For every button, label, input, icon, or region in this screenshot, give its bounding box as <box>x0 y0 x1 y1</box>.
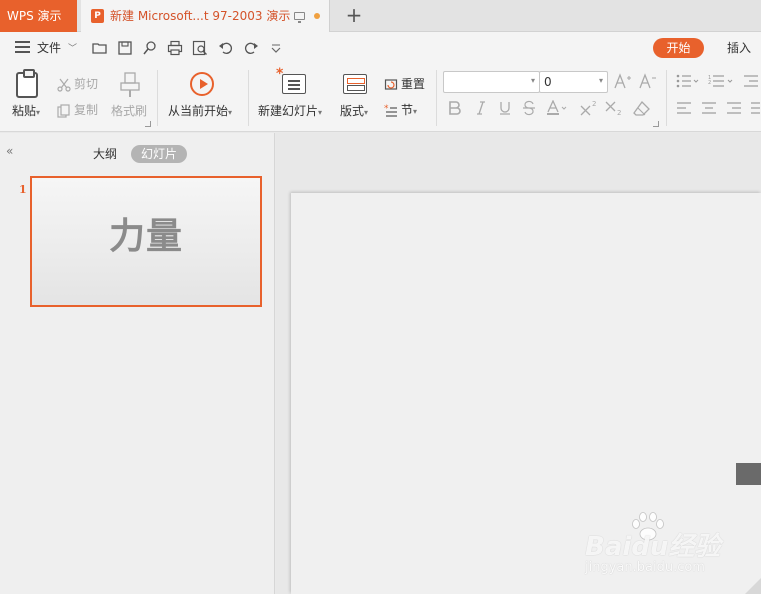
watermark-url: jingyan.baidu.com <box>585 560 705 575</box>
copy-label: 复制 <box>74 103 99 117</box>
numbered-list-icon[interactable]: 1 2 <box>708 74 736 88</box>
ribbon-separator <box>666 70 667 126</box>
slide-thumbnail-title: 力量 <box>108 216 183 257</box>
unsaved-dot-icon <box>314 13 320 19</box>
tab-outline[interactable]: 大纲 <box>93 146 117 162</box>
chevron-down-icon: ▾ <box>228 108 233 117</box>
chevron-down-icon[interactable]: ﹀ <box>68 41 77 57</box>
reset-icon <box>384 78 398 90</box>
section-label: 节 <box>401 103 414 117</box>
copy-icon <box>57 103 70 118</box>
tab-insert[interactable]: 插入 <box>727 38 751 58</box>
align-center-icon[interactable] <box>701 101 717 115</box>
align-left-icon[interactable] <box>676 101 692 115</box>
chevron-down-icon: ▾ <box>530 76 535 85</box>
document-tab-title: 新建 Microsoft...t 97-2003 演示 <box>110 9 291 23</box>
paste-icon[interactable] <box>16 69 38 98</box>
tab-start[interactable]: 开始 <box>653 38 704 58</box>
layout-icon[interactable] <box>343 74 367 94</box>
open-folder-icon[interactable] <box>92 40 108 56</box>
section-icon: * <box>384 104 397 117</box>
slides-panel: « 大纲 幻灯片 1 力量 <box>0 133 275 594</box>
slide-shape[interactable] <box>736 463 761 485</box>
customize-toolbar-icon[interactable] <box>268 40 284 56</box>
from-current-label: 从当前开始 <box>168 104 229 118</box>
save-icon[interactable] <box>117 40 133 56</box>
tab-slides[interactable]: 幻灯片 <box>131 145 187 163</box>
layout-label: 版式 <box>340 104 365 118</box>
hamburger-menu-icon[interactable] <box>15 41 30 53</box>
svg-text:2: 2 <box>708 80 711 86</box>
font-color-icon[interactable] <box>546 100 568 116</box>
document-tab[interactable]: P 新建 Microsoft...t 97-2003 演示 <box>81 0 330 32</box>
app-tab[interactable]: WPS 演示 <box>0 0 77 32</box>
subscript-icon[interactable]: 2 <box>605 100 623 116</box>
bold-icon[interactable] <box>447 100 463 116</box>
title-bar: WPS 演示 P 新建 Microsoft...t 97-2003 演示 + <box>0 0 761 32</box>
new-tab-button[interactable]: + <box>342 3 366 27</box>
font-size-value: 0 <box>544 75 552 89</box>
presentation-file-icon: P <box>91 9 104 23</box>
clear-format-icon[interactable] <box>633 100 651 116</box>
format-painter-icon[interactable] <box>119 72 141 98</box>
indent-icon[interactable] <box>743 74 759 88</box>
redo-icon[interactable] <box>243 40 259 56</box>
ribbon-separator <box>436 70 437 126</box>
chevron-down-icon: ▾ <box>413 107 418 116</box>
svg-text:2: 2 <box>617 109 621 116</box>
strikethrough-icon[interactable] <box>521 100 537 116</box>
chevron-down-icon: ▾ <box>318 108 323 117</box>
slide-number: 1 <box>19 183 27 196</box>
shrink-font-icon[interactable] <box>639 73 657 89</box>
font-size-dropdown[interactable]: 0 ▾ <box>539 71 608 93</box>
reset-button[interactable]: 重置 <box>384 75 425 92</box>
copy-button[interactable]: 复制 <box>57 101 98 118</box>
new-slide-icon[interactable] <box>276 66 306 94</box>
slide-corner <box>745 578 761 594</box>
print-preview-icon[interactable] <box>192 40 208 56</box>
undo-icon[interactable] <box>218 40 234 56</box>
new-slide-label: 新建幻灯片 <box>258 104 319 118</box>
play-icon[interactable] <box>190 72 214 96</box>
scissors-icon <box>57 78 71 92</box>
watermark-logo: Baidu经验 <box>585 532 721 562</box>
underline-icon[interactable] <box>497 100 513 116</box>
justify-icon[interactable] <box>750 101 760 115</box>
align-right-icon[interactable] <box>726 101 742 115</box>
file-menu-button[interactable]: 文件 <box>37 40 61 56</box>
superscript-icon[interactable]: 2 <box>580 100 598 116</box>
svg-text:2: 2 <box>592 100 596 108</box>
search-icon[interactable] <box>142 40 158 56</box>
section-button[interactable]: * 节▾ <box>384 101 417 118</box>
chevron-down-icon: ▾ <box>364 108 369 117</box>
cut-button[interactable]: 剪切 <box>57 75 98 92</box>
slide-thumbnail[interactable]: 力量 <box>30 176 262 307</box>
chevron-down-icon: ▾ <box>36 108 41 117</box>
ribbon-separator <box>248 70 249 126</box>
editing-canvas <box>276 133 761 594</box>
ribbon-separator <box>157 70 158 126</box>
bullet-list-icon[interactable] <box>676 74 700 88</box>
reset-label: 重置 <box>401 77 426 91</box>
paste-button[interactable]: 粘贴▾ <box>12 102 40 119</box>
monitor-icon[interactable] <box>294 12 305 23</box>
clipboard-launcher-icon[interactable] <box>145 121 151 127</box>
collapse-panel-icon[interactable]: « <box>6 144 13 158</box>
chevron-down-icon: ▾ <box>598 76 603 85</box>
grow-font-icon[interactable] <box>614 73 632 89</box>
print-icon[interactable] <box>167 40 183 56</box>
cut-label: 剪切 <box>74 77 99 91</box>
italic-icon[interactable] <box>473 100 489 116</box>
format-painter-button[interactable]: 格式刷 <box>111 102 147 119</box>
font-name-dropdown[interactable]: ▾ <box>443 71 540 93</box>
from-current-button[interactable]: 从当前开始▾ <box>168 102 232 119</box>
layout-button[interactable]: 版式▾ <box>340 102 368 119</box>
font-launcher-icon[interactable] <box>653 121 659 127</box>
paste-label: 粘贴 <box>12 104 37 118</box>
new-slide-button[interactable]: 新建幻灯片▾ <box>258 102 322 119</box>
quick-access-toolbar: 文件 ﹀ 开始 插入 <box>0 32 761 64</box>
